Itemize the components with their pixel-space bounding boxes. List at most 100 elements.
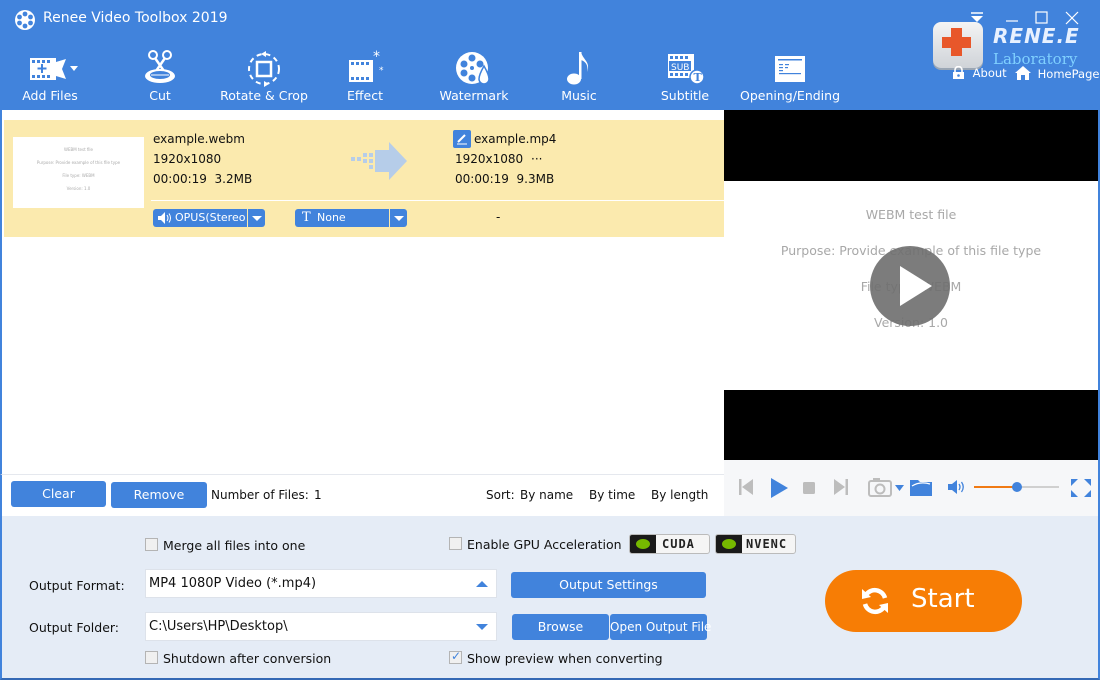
svg-text:*: * — [373, 49, 380, 65]
video-preview: WEBM test file Purpose: Provide example … — [724, 110, 1100, 460]
first-aid-key-icon — [933, 22, 983, 68]
output-settings-panel: Merge all files into one Enable GPU Acce… — [0, 516, 1100, 680]
output-folder-label: Output Folder: — [29, 620, 120, 635]
music-label: Music — [561, 88, 597, 103]
rotate-crop-icon — [248, 51, 280, 87]
about-link[interactable]: About — [952, 65, 1007, 80]
file-row[interactable]: WEBM test file Purpose: Provide example … — [4, 120, 724, 237]
chevron-down-icon[interactable] — [476, 624, 488, 630]
film-reel-icon — [15, 10, 35, 30]
audio-track-select[interactable]: OPUS(Stereo — [153, 209, 265, 227]
file-count-label: Number of Files: — [211, 488, 309, 502]
file-count-value: 1 — [314, 488, 322, 502]
snapshot-dropdown-icon[interactable] — [895, 485, 904, 491]
thumbnail-line: WEBM test file — [64, 147, 93, 152]
watermark-button[interactable]: Watermark — [434, 44, 514, 106]
show-preview-checkbox[interactable] — [449, 649, 462, 664]
start-button[interactable]: Start — [825, 570, 1022, 632]
nvidia-logo-icon — [630, 535, 656, 553]
cut-button[interactable]: Cut — [120, 44, 200, 106]
clear-button[interactable]: Clear — [11, 481, 106, 507]
subtitle-button[interactable]: SUB T Subtitle — [650, 44, 720, 106]
convert-arrow-icon — [351, 142, 407, 180]
browse-button[interactable]: Browse — [512, 614, 609, 640]
merge-files-label: Merge all files into one — [163, 538, 306, 553]
brand-name: RENE.E — [993, 24, 1080, 48]
cuda-label: CUDA — [662, 537, 695, 551]
effect-icon: * * — [349, 49, 384, 82]
file-list: WEBM test file Purpose: Provide example … — [0, 110, 724, 474]
chevron-down-icon[interactable] — [389, 209, 407, 227]
remove-button[interactable]: Remove — [111, 482, 207, 508]
homepage-link[interactable]: HomePage — [1015, 66, 1099, 81]
music-button[interactable]: Music — [544, 44, 614, 106]
lock-icon — [953, 65, 964, 79]
audio-track-value: OPUS(Stereo — [175, 211, 246, 224]
big-play-button[interactable] — [870, 246, 950, 326]
scissors-icon — [145, 50, 175, 83]
homepage-label: HomePage — [1037, 67, 1100, 81]
text-t-icon: T — [302, 210, 311, 225]
cut-label: Cut — [149, 88, 171, 103]
output-folder-value: C:\Users\HP\Desktop\ — [149, 619, 288, 634]
more-options-button[interactable]: ··· — [531, 152, 542, 166]
snapshot-camera-icon[interactable] — [868, 477, 892, 497]
add-files-label: Add Files — [22, 88, 78, 103]
shutdown-label: Shutdown after conversion — [163, 651, 332, 666]
edit-name-icon[interactable] — [453, 130, 471, 148]
open-output-file-button[interactable]: Open Output File — [610, 614, 711, 640]
merge-files-checkbox[interactable] — [145, 538, 158, 551]
title-bar: Renee Video Toolbox 2019 Add Files Cut R… — [0, 0, 1100, 110]
cuda-badge[interactable]: CUDA — [629, 534, 710, 554]
nvenc-badge[interactable]: NVENC — [715, 534, 796, 554]
volume-slider[interactable] — [974, 482, 1059, 492]
effect-button[interactable]: * * Effect — [330, 44, 400, 106]
play-icon[interactable] — [770, 478, 788, 498]
volume-slider-fill — [974, 486, 1017, 488]
rotate-crop-button[interactable]: Rotate & Crop — [220, 44, 308, 106]
volume-slider-handle[interactable] — [1011, 482, 1022, 492]
effect-label: Effect — [347, 88, 383, 103]
refresh-icon — [862, 587, 888, 615]
output-format-select[interactable]: MP4 1080P Video (*.mp4) — [145, 569, 497, 598]
subtitle-track-select[interactable]: T None — [295, 209, 407, 227]
opening-ending-icon — [775, 56, 805, 82]
open-folder-icon[interactable] — [910, 478, 932, 496]
output-settings-button[interactable]: Output Settings — [511, 572, 706, 598]
opening-ending-button[interactable]: Opening/Ending — [740, 44, 840, 106]
about-label: About — [972, 66, 1007, 80]
sort-by-name[interactable]: By name — [520, 488, 573, 502]
next-icon[interactable] — [833, 478, 849, 496]
home-icon — [1015, 66, 1031, 80]
previous-icon[interactable] — [738, 478, 754, 496]
svg-text:*: * — [379, 66, 384, 76]
app-title: Renee Video Toolbox 2019 — [43, 10, 228, 26]
stop-icon[interactable] — [803, 482, 815, 494]
subtitle-icon: SUB T — [668, 54, 705, 85]
gpu-acceleration-checkbox[interactable] — [449, 537, 462, 550]
speaker-icon — [158, 212, 171, 224]
output-duration-size: 00:00:19 9.3MB — [455, 172, 555, 186]
thumbnail-line: File type: WEBM — [62, 173, 95, 178]
thumbnail-line: Version: 1.0 — [66, 186, 91, 191]
show-preview-label: Show preview when converting — [467, 651, 663, 666]
add-files-icon — [30, 58, 78, 80]
fullscreen-icon[interactable] — [1070, 478, 1092, 498]
output-format-value: MP4 1080P Video (*.mp4) — [149, 576, 317, 591]
gpu-acceleration-label: Enable GPU Acceleration — [467, 537, 622, 552]
shutdown-checkbox[interactable] — [145, 651, 158, 664]
sort-label: Sort: — [486, 488, 515, 502]
sort-by-length[interactable]: By length — [651, 488, 708, 502]
source-duration-size: 00:00:19 3.2MB — [153, 172, 253, 186]
nvenc-label: NVENC — [746, 537, 788, 551]
source-file-name: example.webm — [153, 132, 245, 146]
watermark-icon — [456, 52, 490, 85]
output-folder-input[interactable]: C:\Users\HP\Desktop\ — [145, 612, 497, 641]
chevron-down-icon[interactable] — [247, 209, 265, 227]
chevron-up-icon[interactable] — [476, 581, 488, 587]
add-files-button[interactable]: Add Files — [10, 44, 90, 106]
volume-icon[interactable] — [948, 480, 966, 494]
source-resolution: 1920x1080 — [153, 152, 222, 166]
file-list-toolbar: Clear Remove Number of Files: 1 Sort: By… — [0, 474, 724, 516]
sort-by-time[interactable]: By time — [589, 488, 635, 502]
